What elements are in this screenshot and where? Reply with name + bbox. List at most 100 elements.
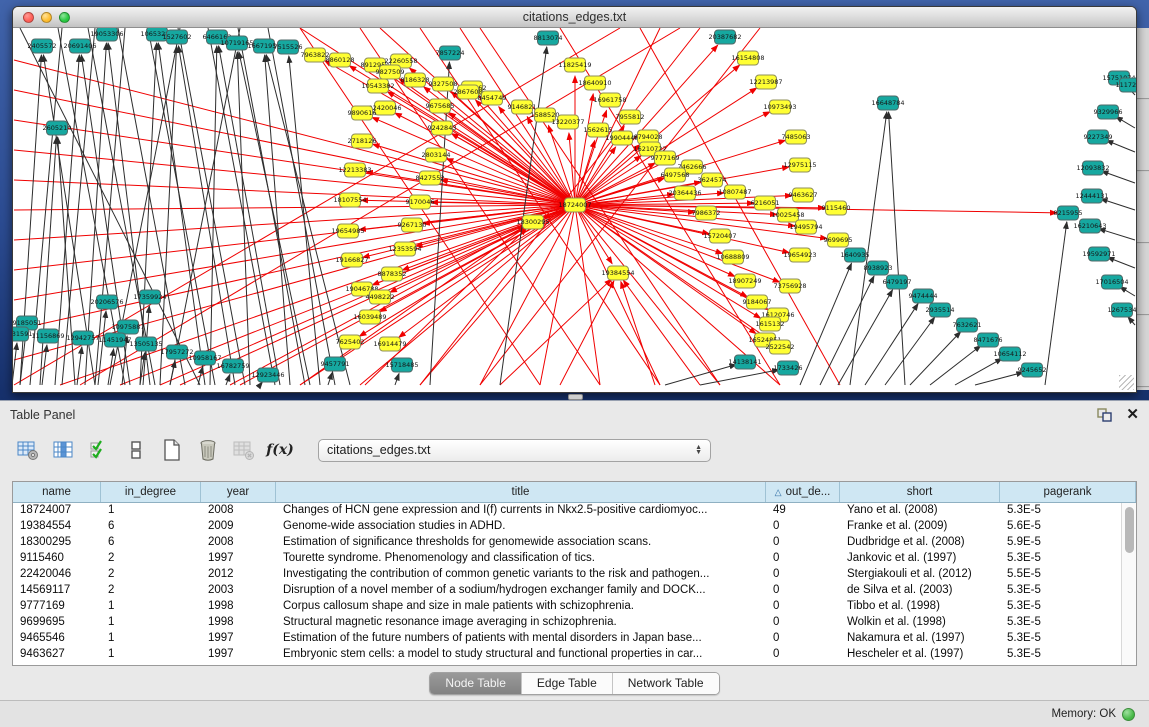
network-window-titlebar[interactable]: citations_edges.txt <box>13 7 1136 28</box>
delete-column-button[interactable] <box>196 438 220 462</box>
graph-node-12942757[interactable]: 12942757 <box>66 331 99 345</box>
graph-node-11156869[interactable]: 11156869 <box>31 329 64 343</box>
graph-node-1527602[interactable]: 1527602 <box>163 30 192 44</box>
table-row[interactable]: 1830029562008Estimation of significance … <box>13 535 1121 551</box>
delete-table-button[interactable] <box>232 438 256 462</box>
graph-node-16210643[interactable]: 16210643 <box>1073 219 1106 233</box>
graph-node-8186328[interactable]: 8186328 <box>401 73 430 87</box>
graph-node-2803144[interactable]: 2803144 <box>422 148 451 162</box>
graph-node-9890616[interactable]: 9890616 <box>348 106 377 120</box>
graph-node-10688809[interactable]: 10688809 <box>716 250 749 264</box>
graph-node-18907249[interactable]: 18907249 <box>728 274 761 288</box>
column-header-pagerank[interactable]: pagerank <box>1000 482 1136 502</box>
graph-node-10654112[interactable]: 10654112 <box>993 347 1026 361</box>
graph-node-7625402[interactable]: 7625402 <box>336 335 365 349</box>
table-row[interactable]: 946362711997Embryonic stem cells: a mode… <box>13 647 1121 663</box>
graph-node-14138141[interactable]: 14138141 <box>728 355 761 369</box>
graph-node-8471676[interactable]: 8471676 <box>974 333 1003 347</box>
graph-node-9115460[interactable]: 9115460 <box>822 201 851 215</box>
graph-node-8813074[interactable]: 8813074 <box>534 31 563 45</box>
graph-node-8427552[interactable]: 8427552 <box>416 171 445 185</box>
table-row[interactable]: 911546021997Tourette syndrome. Phenomeno… <box>13 551 1121 567</box>
graph-node-1267534[interactable]: 1267534 <box>1108 303 1136 317</box>
graph-node-19654985[interactable]: 19654985 <box>331 224 364 238</box>
graph-node-15718485[interactable]: 15718485 <box>385 358 418 372</box>
table-row[interactable]: 969969511998Structural magnetic resonanc… <box>13 615 1121 631</box>
graph-node-8454749[interactable]: 8454749 <box>478 91 507 105</box>
graph-node-19166827[interactable]: 19166827 <box>335 253 368 267</box>
graph-node-15720407[interactable]: 15720407 <box>703 229 736 243</box>
graph-node-12353594[interactable]: 12353594 <box>388 242 421 256</box>
graph-node-13505135[interactable]: 13505135 <box>129 337 162 351</box>
network-window[interactable]: citations_edges.txt 24055722069140619053… <box>12 6 1137 393</box>
graph-node-20387682[interactable]: 20387682 <box>708 30 741 44</box>
graph-node-9463627[interactable]: 9463627 <box>789 188 818 202</box>
graph-node-3931591[interactable]: 3931591 <box>13 327 32 341</box>
graph-node-1615132[interactable]: 1615132 <box>756 317 785 331</box>
graph-node-13220377[interactable]: 13220377 <box>551 115 584 129</box>
graph-node-6216051[interactable]: 6216051 <box>751 196 780 210</box>
graph-node-2935514[interactable]: 2935514 <box>926 303 955 317</box>
graph-node-7857224[interactable]: 7857224 <box>436 46 465 60</box>
graph-node-9699695[interactable]: 9699695 <box>824 233 853 247</box>
column-header-year[interactable]: year <box>201 482 276 502</box>
graph-node-16782759[interactable]: 16782759 <box>216 359 249 373</box>
table-select-dropdown[interactable]: citations_edges.txt ▲▼ <box>318 439 711 462</box>
graph-node-18107554[interactable]: 18107554 <box>333 193 366 207</box>
graph-node-8938923[interactable]: 8938923 <box>864 261 893 275</box>
graph-node-9675685[interactable]: 9675685 <box>426 99 455 113</box>
graph-node-12975115[interactable]: 12975115 <box>783 158 816 172</box>
select-columns-button[interactable] <box>88 438 112 462</box>
graph-node-20364436[interactable]: 20364436 <box>668 186 701 200</box>
table-mode-button[interactable] <box>124 438 148 462</box>
graph-node-17016504[interactable]: 17016504 <box>1095 275 1128 289</box>
graph-node-19053306[interactable]: 19053306 <box>90 28 123 41</box>
graph-node-18640910[interactable]: 18640910 <box>578 76 611 90</box>
graph-node-2405572[interactable]: 2405572 <box>28 39 57 53</box>
graph-node-73756928[interactable]: 73756928 <box>773 279 806 293</box>
graph-node-19654923[interactable]: 19654923 <box>783 248 816 262</box>
tab-edge-table[interactable]: Edge Table <box>521 673 612 694</box>
graph-node-7632621[interactable]: 7632621 <box>953 318 982 332</box>
graph-node-12213987[interactable]: 12213987 <box>749 75 782 89</box>
resize-grip[interactable] <box>1119 375 1134 390</box>
graph-node-3624574[interactable]: 3624574 <box>698 173 727 187</box>
graph-node-8878352[interactable]: 8878352 <box>378 267 407 281</box>
zoom-window-button[interactable] <box>59 12 70 23</box>
tab-network-table[interactable]: Network Table <box>612 673 719 694</box>
new-column-button[interactable] <box>160 438 184 462</box>
graph-node-7485063[interactable]: 7485063 <box>782 130 811 144</box>
graph-node-9170046[interactable]: 9170046 <box>406 195 435 209</box>
graph-node-8215955[interactable]: 8215955 <box>1054 206 1083 220</box>
graph-node-1733426[interactable]: 1733426 <box>774 361 803 375</box>
close-panel-icon[interactable]: ✕ <box>1126 407 1139 423</box>
graph-node-6497568[interactable]: 6497568 <box>661 168 690 182</box>
column-header-short[interactable]: short <box>840 482 1000 502</box>
citation-network-graph[interactable]: 2405572206914061905330610653287152760264… <box>13 28 1136 392</box>
graph-node-7515526[interactable]: 7515526 <box>274 40 303 54</box>
memory-ok-indicator[interactable] <box>1122 708 1135 721</box>
graph-node-7986372[interactable]: 7986372 <box>692 206 721 220</box>
graph-node-9184067[interactable]: 9184067 <box>743 295 772 309</box>
graph-node-6479197[interactable]: 6479197 <box>883 275 912 289</box>
graph-node-9777169[interactable]: 9777169 <box>651 151 680 165</box>
graph-node-2718126[interactable]: 2718126 <box>348 134 377 148</box>
graph-node-10973493[interactable]: 10973493 <box>763 100 796 114</box>
table-vertical-scrollbar[interactable] <box>1121 503 1136 665</box>
function-builder-button[interactable]: f(x) <box>268 438 292 462</box>
graph-node-9242843[interactable]: 9242843 <box>428 121 457 135</box>
graph-node-2605210[interactable]: 2605210 <box>43 121 72 135</box>
table-row[interactable]: 1456911722003Disruption of a novel membe… <box>13 583 1121 599</box>
close-window-button[interactable] <box>23 12 34 23</box>
graph-node-9457791[interactable]: 9457791 <box>321 357 350 371</box>
table-row[interactable]: 2242004622012Investigating the contribut… <box>13 567 1121 583</box>
show-columns-button[interactable] <box>52 438 76 462</box>
table-row[interactable]: 977716911998Corpus callosum shape and si… <box>13 599 1121 615</box>
column-header-title[interactable]: title <box>276 482 766 502</box>
scrollbar-thumb[interactable] <box>1125 507 1134 553</box>
table-row[interactable]: 946554611997Estimation of the future num… <box>13 631 1121 647</box>
graph-node-1117271[interactable]: 1117271 <box>1116 78 1136 92</box>
column-header-out_degree[interactable]: △out_de... <box>766 482 840 502</box>
table-settings-button[interactable] <box>16 438 40 462</box>
graph-node-9474444[interactable]: 9474444 <box>909 289 938 303</box>
